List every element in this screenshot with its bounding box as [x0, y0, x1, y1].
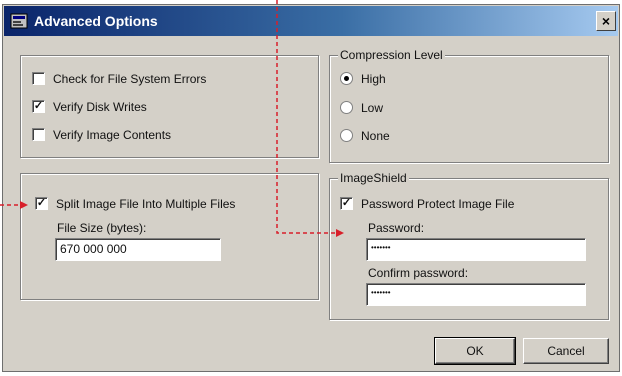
- password-protect-option[interactable]: ✓ Password Protect Image File: [340, 196, 600, 212]
- check-file-system-errors-checkbox[interactable]: [32, 72, 45, 85]
- file-size-input[interactable]: 670 000 000: [55, 238, 221, 261]
- advanced-options-dialog: Advanced Options × Check for File System…: [2, 4, 620, 372]
- checkmark-icon: ✓: [33, 100, 44, 112]
- close-icon: ×: [601, 13, 611, 29]
- verify-disk-writes-option[interactable]: ✓ Verify Disk Writes: [32, 99, 302, 115]
- imageshield-group: ImageShield ✓ Password Protect Image Fil…: [329, 171, 609, 320]
- password-protect-label: Password Protect Image File: [361, 197, 515, 211]
- check-file-system-errors-option[interactable]: Check for File System Errors: [32, 71, 302, 87]
- ok-button[interactable]: OK: [434, 337, 516, 365]
- verify-image-contents-option[interactable]: Verify Image Contents: [32, 127, 302, 143]
- verify-image-contents-label: Verify Image Contents: [53, 128, 172, 142]
- verify-image-contents-checkbox[interactable]: [32, 128, 45, 141]
- compression-none-option[interactable]: None: [340, 128, 540, 144]
- verify-disk-writes-checkbox[interactable]: ✓: [32, 100, 45, 113]
- confirm-password-label: Confirm password:: [368, 266, 469, 280]
- file-size-label: File Size (bytes):: [57, 221, 147, 235]
- compression-high-radio[interactable]: [340, 72, 353, 85]
- password-label: Password:: [368, 221, 425, 235]
- compression-low-label: Low: [361, 101, 384, 115]
- title-bar[interactable]: Advanced Options ×: [4, 6, 618, 36]
- split-image-file-label: Split Image File Into Multiple Files: [56, 197, 236, 211]
- split-image-file-checkbox[interactable]: ✓: [35, 197, 48, 210]
- verification-options-group: Check for File System Errors ✓ Verify Di…: [20, 55, 319, 158]
- compression-level-legend: Compression Level: [338, 48, 445, 62]
- check-file-system-errors-label: Check for File System Errors: [53, 72, 207, 86]
- dialog-title: Advanced Options: [34, 13, 158, 29]
- checkmark-icon: ✓: [341, 197, 352, 209]
- close-button[interactable]: ×: [596, 11, 616, 31]
- compression-level-group: Compression Level High Low None: [329, 48, 609, 163]
- checkmark-icon: ✓: [36, 197, 47, 209]
- password-input[interactable]: •••••••: [366, 238, 586, 261]
- confirm-password-input[interactable]: •••••••: [366, 283, 586, 306]
- app-icon: [10, 13, 28, 29]
- compression-low-radio[interactable]: [340, 101, 353, 114]
- split-file-group: ✓ Split Image File Into Multiple Files F…: [20, 173, 319, 300]
- compression-none-radio[interactable]: [340, 129, 353, 142]
- radio-selected-dot: [344, 76, 349, 81]
- split-image-file-option[interactable]: ✓ Split Image File Into Multiple Files: [35, 196, 305, 212]
- compression-low-option[interactable]: Low: [340, 100, 540, 116]
- password-protect-checkbox[interactable]: ✓: [340, 197, 353, 210]
- compression-none-label: None: [361, 129, 390, 143]
- compression-high-option[interactable]: High: [340, 71, 540, 87]
- verify-disk-writes-label: Verify Disk Writes: [53, 100, 147, 114]
- cancel-button[interactable]: Cancel: [523, 338, 609, 364]
- compression-high-label: High: [361, 72, 386, 86]
- imageshield-legend: ImageShield: [338, 171, 409, 185]
